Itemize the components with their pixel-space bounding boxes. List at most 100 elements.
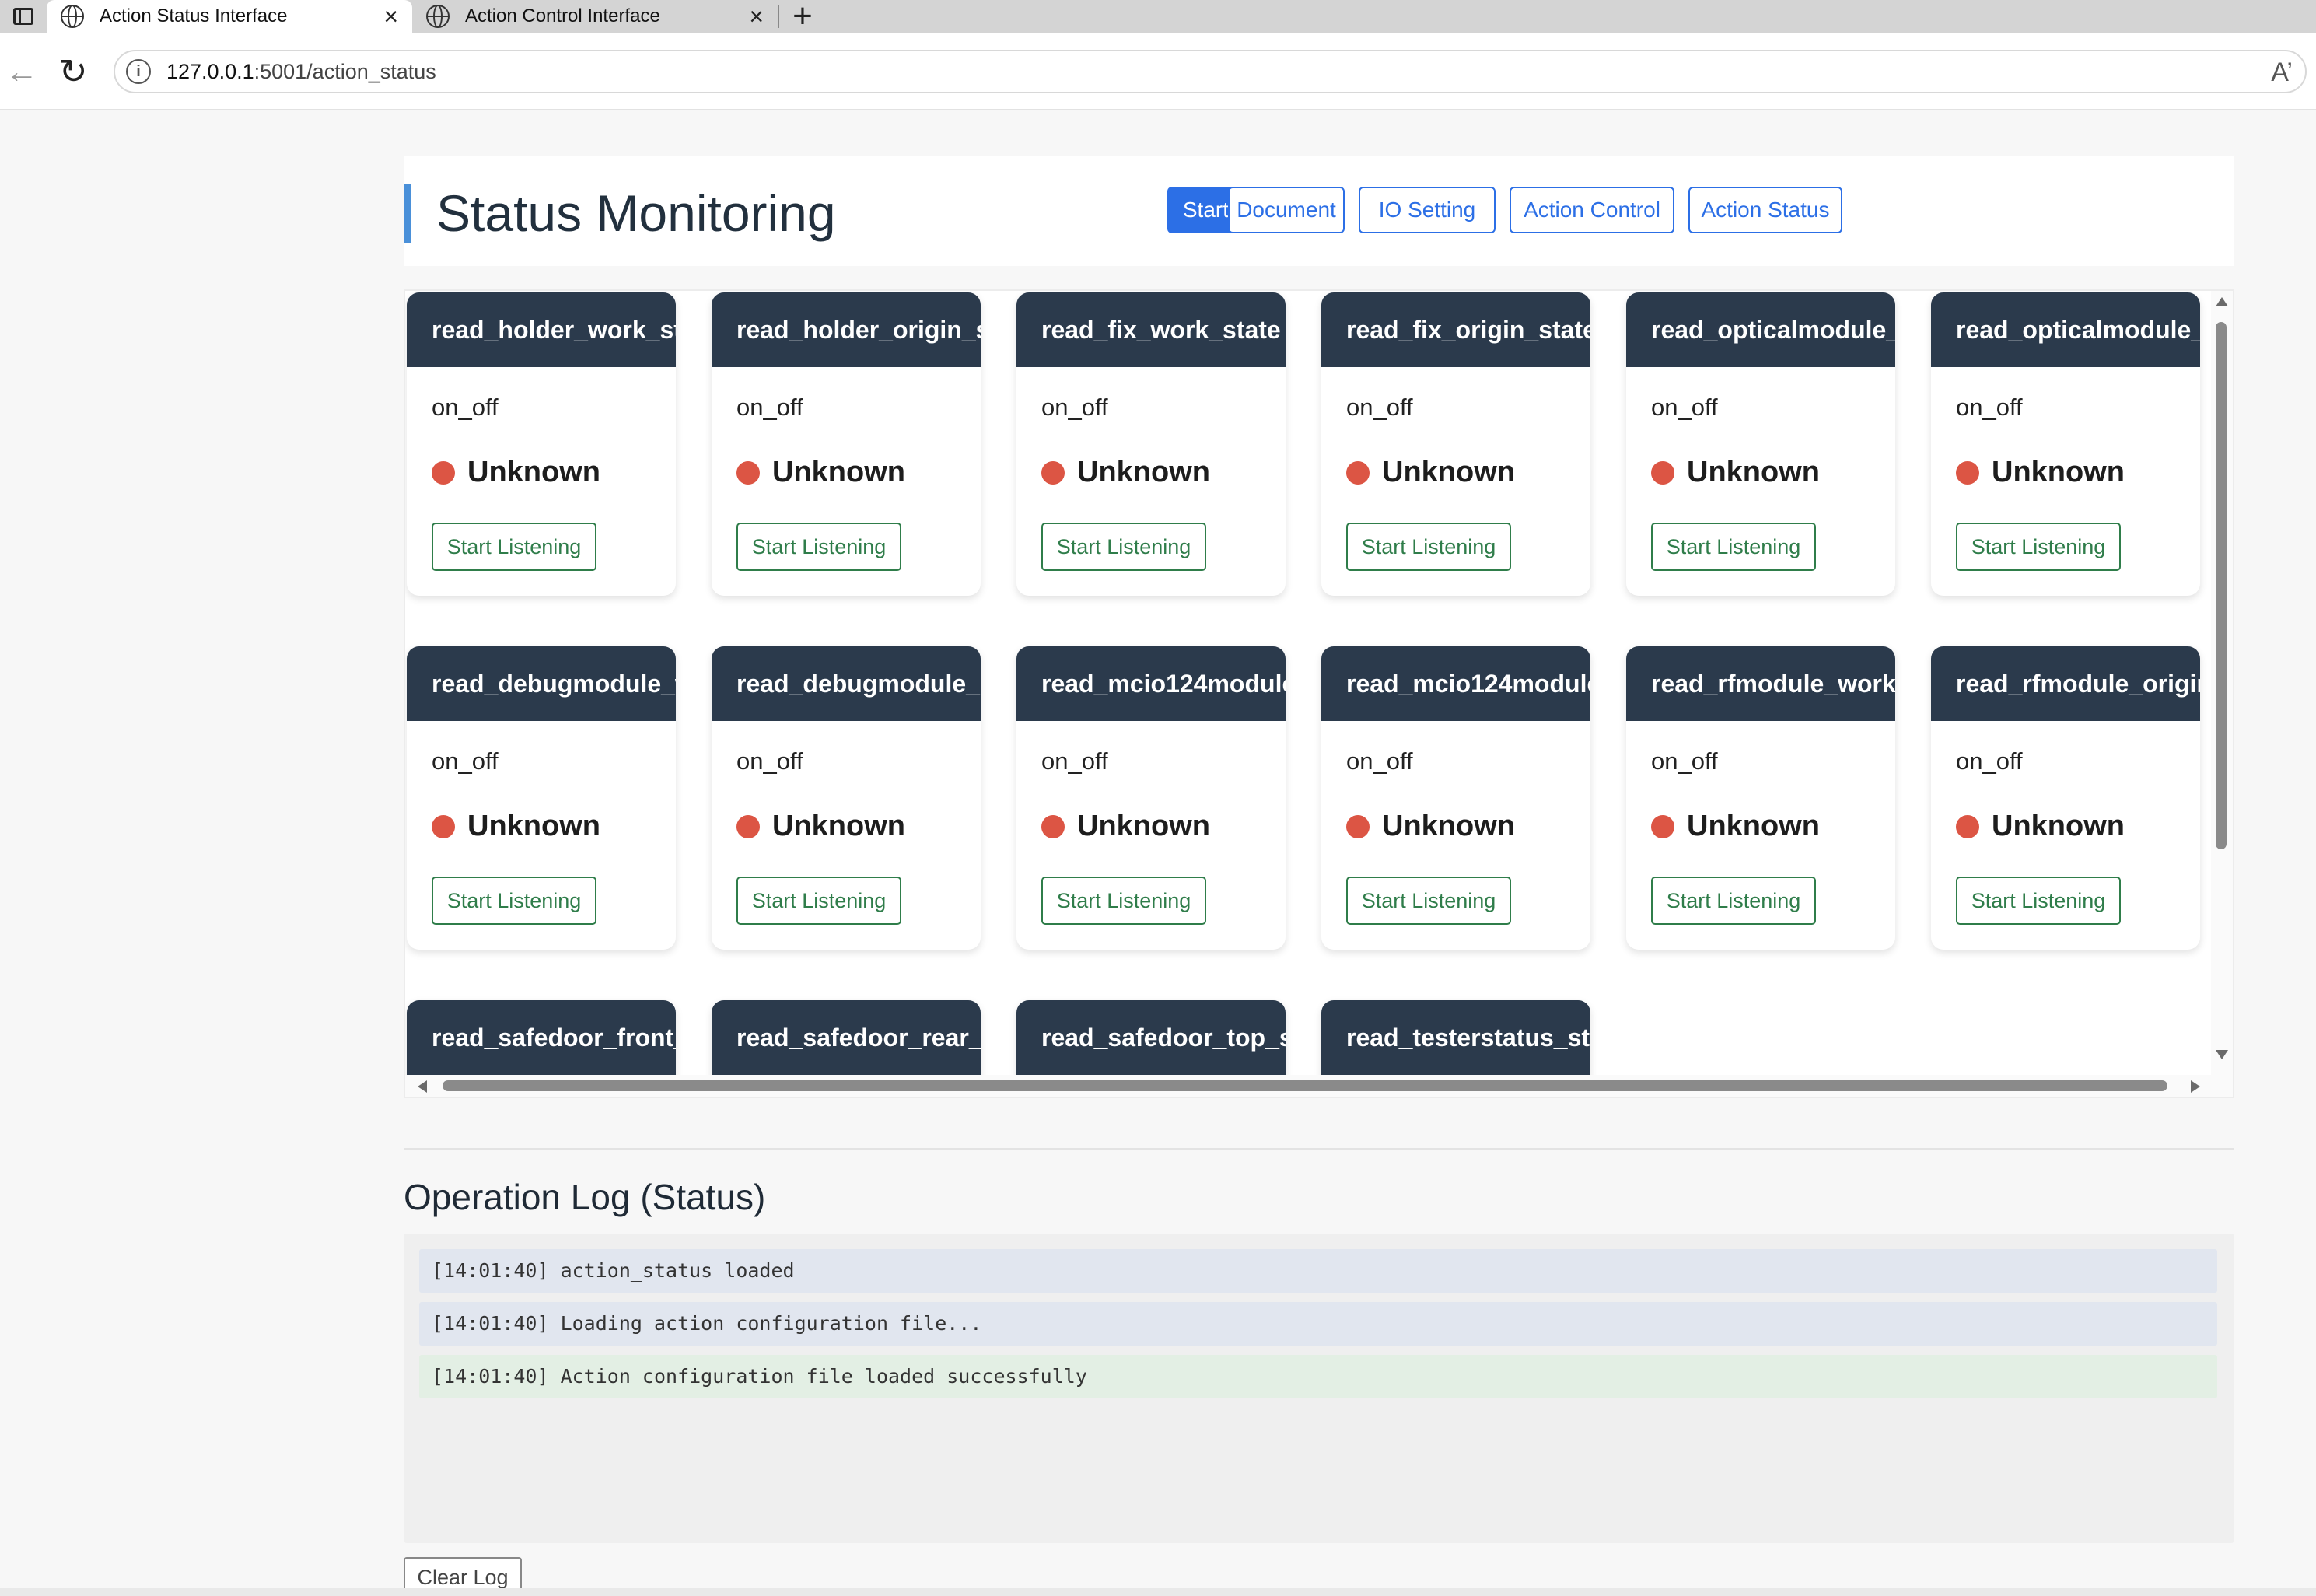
status-row: Unknown: [1651, 456, 1820, 489]
scroll-up-arrow-icon[interactable]: [2216, 297, 2228, 306]
status-card: read_mcio124module_origin_state on_off Unk…: [1321, 646, 1590, 950]
status-dot-icon: [1346, 460, 1370, 485]
status-value: Unknown: [1687, 810, 1820, 842]
card-type-label: on_off: [736, 394, 803, 421]
status-dot-icon: [1041, 460, 1065, 485]
status-dot-icon: [1651, 460, 1674, 485]
start-listening-button[interactable]: Start Listening: [1956, 877, 2121, 925]
scroll-right-arrow-icon[interactable]: [2191, 1080, 2200, 1093]
card-type-label: on_off: [1651, 747, 1718, 775]
start-listening-button[interactable]: Start Listening: [1041, 523, 1206, 571]
scroll-left-arrow-icon[interactable]: [418, 1080, 427, 1093]
new-tab-button[interactable]: +: [779, 0, 826, 33]
status-row: Unknown: [1346, 456, 1515, 489]
sidebar-toggle-button[interactable]: [0, 0, 47, 33]
start-listening-button[interactable]: Start Listening: [1346, 523, 1511, 571]
globe-icon: [426, 5, 450, 28]
card-title: read_opticalmodule_origin_state: [1931, 292, 2200, 367]
window-bottom-edge: [0, 1588, 2316, 1596]
status-value: Unknown: [1992, 810, 2125, 842]
card-title: read_fix_origin_state: [1321, 292, 1590, 367]
start-listening-button[interactable]: Start Listening: [736, 523, 901, 571]
nav-io-setting-button[interactable]: IO Setting: [1359, 187, 1496, 233]
card-title: read_safedoor_front_state: [407, 1000, 676, 1075]
status-row: Unknown: [432, 810, 600, 843]
nav-action-control-button[interactable]: Action Control: [1510, 187, 1674, 233]
start-listening-button[interactable]: Start Listening: [1041, 877, 1206, 925]
status-value: Unknown: [467, 810, 600, 842]
status-value: Unknown: [1077, 810, 1210, 842]
tab-action-control[interactable]: Action Control Interface ×: [412, 0, 778, 33]
start-listening-button[interactable]: Start Listening: [432, 877, 596, 925]
status-row: Unknown: [1956, 456, 2125, 489]
card-title: read_mcio124module_work_state: [1016, 646, 1286, 721]
status-card: read_fix_origin_state on_off Unknown Start …: [1321, 292, 1590, 596]
status-card: read_holder_origin_state on_off Unknown Sta…: [712, 292, 981, 596]
site-info-icon[interactable]: i: [126, 59, 151, 84]
start-listening-button[interactable]: Start Listening: [1651, 877, 1816, 925]
log-panel: [14:01:40] action_status loaded [14:01:4…: [404, 1234, 2234, 1543]
status-value: Unknown: [1077, 456, 1210, 488]
status-row: Unknown: [1956, 810, 2125, 843]
status-dot-icon: [1956, 814, 1979, 838]
close-tab-icon[interactable]: ×: [749, 4, 764, 29]
back-button[interactable]: ←: [0, 50, 44, 93]
tab-title: Action Status Interface: [100, 5, 288, 26]
card-title: read_debugmodule_work_state: [407, 646, 676, 721]
status-value: Unknown: [467, 456, 600, 488]
section-divider: [404, 1148, 2234, 1150]
status-row: Unknown: [736, 810, 905, 843]
status-card: read_debugmodule_work_state on_off Unknown…: [407, 646, 676, 950]
vertical-scrollbar[interactable]: [2211, 291, 2233, 1097]
status-row: Unknown: [1041, 810, 1210, 843]
card-type-label: on_off: [1651, 394, 1718, 421]
log-entry: [14:01:40] Loading action configuration …: [419, 1302, 2217, 1346]
status-card-grid[interactable]: read_holder_work_state on_off Unknown Start…: [404, 289, 2234, 1098]
card-title: read_debugmodule_origin_state: [712, 646, 981, 721]
status-card: read_opticalmodule_origin_state on_off Unk…: [1931, 292, 2200, 596]
card-title: read_holder_work_state: [407, 292, 676, 367]
globe-icon: [61, 5, 84, 28]
card-type-label: on_off: [736, 747, 803, 775]
start-listening-button[interactable]: Start Listening: [1346, 877, 1511, 925]
status-card: read_opticalmodule_work_state on_off Unkno…: [1626, 292, 1895, 596]
tab-action-status[interactable]: Action Status Interface ×: [47, 0, 412, 33]
log-title: Operation Log (Status): [404, 1177, 766, 1217]
status-dot-icon: [432, 814, 455, 838]
card-type-label: on_off: [1956, 394, 2023, 421]
url-input[interactable]: i 127.0.0.1 :5001/action_status A’: [114, 50, 2307, 93]
reload-button[interactable]: ↻: [51, 50, 95, 93]
scroll-down-arrow-icon[interactable]: [2216, 1050, 2228, 1059]
horizontal-scroll-thumb[interactable]: [443, 1080, 2167, 1091]
status-row: Unknown: [1651, 810, 1820, 843]
close-tab-icon[interactable]: ×: [383, 4, 398, 29]
browser-tab-bar: Action Status Interface × Action Control…: [0, 0, 2316, 33]
nav-document-button[interactable]: Document: [1228, 187, 1345, 233]
read-aloud-icon[interactable]: A’: [2271, 58, 2293, 88]
page-header: Status Monitoring Start Monitor Document…: [404, 156, 2234, 266]
status-dot-icon: [432, 460, 455, 485]
status-value: Unknown: [772, 456, 905, 488]
vertical-scroll-thumb[interactable]: [2216, 322, 2227, 849]
status-dot-icon: [1956, 460, 1979, 485]
status-row: Unknown: [736, 456, 905, 489]
title-accent-bar: [404, 184, 411, 243]
start-listening-button[interactable]: Start Listening: [1651, 523, 1816, 571]
url-host: 127.0.0.1: [166, 59, 254, 83]
start-listening-button[interactable]: Start Listening: [736, 877, 901, 925]
status-card: read_rfmodule_work_state on_off Unknown Sta…: [1626, 646, 1895, 950]
status-card: read_rfmodule_origin_state on_off Unknown S…: [1931, 646, 2200, 950]
horizontal-scrollbar[interactable]: [405, 1075, 2214, 1097]
status-dot-icon: [1041, 814, 1065, 838]
card-title: read_mcio124module_origin_state: [1321, 646, 1590, 721]
card-type-label: on_off: [1346, 747, 1413, 775]
start-listening-button[interactable]: Start Listening: [1956, 523, 2121, 571]
status-dot-icon: [1346, 814, 1370, 838]
status-row: Unknown: [1346, 810, 1515, 843]
card-type-label: on_off: [1956, 747, 2023, 775]
nav-action-status-button[interactable]: Action Status: [1688, 187, 1842, 233]
status-value: Unknown: [1992, 456, 2125, 488]
card-type-label: on_off: [432, 747, 499, 775]
status-value: Unknown: [1382, 810, 1515, 842]
start-listening-button[interactable]: Start Listening: [432, 523, 596, 571]
